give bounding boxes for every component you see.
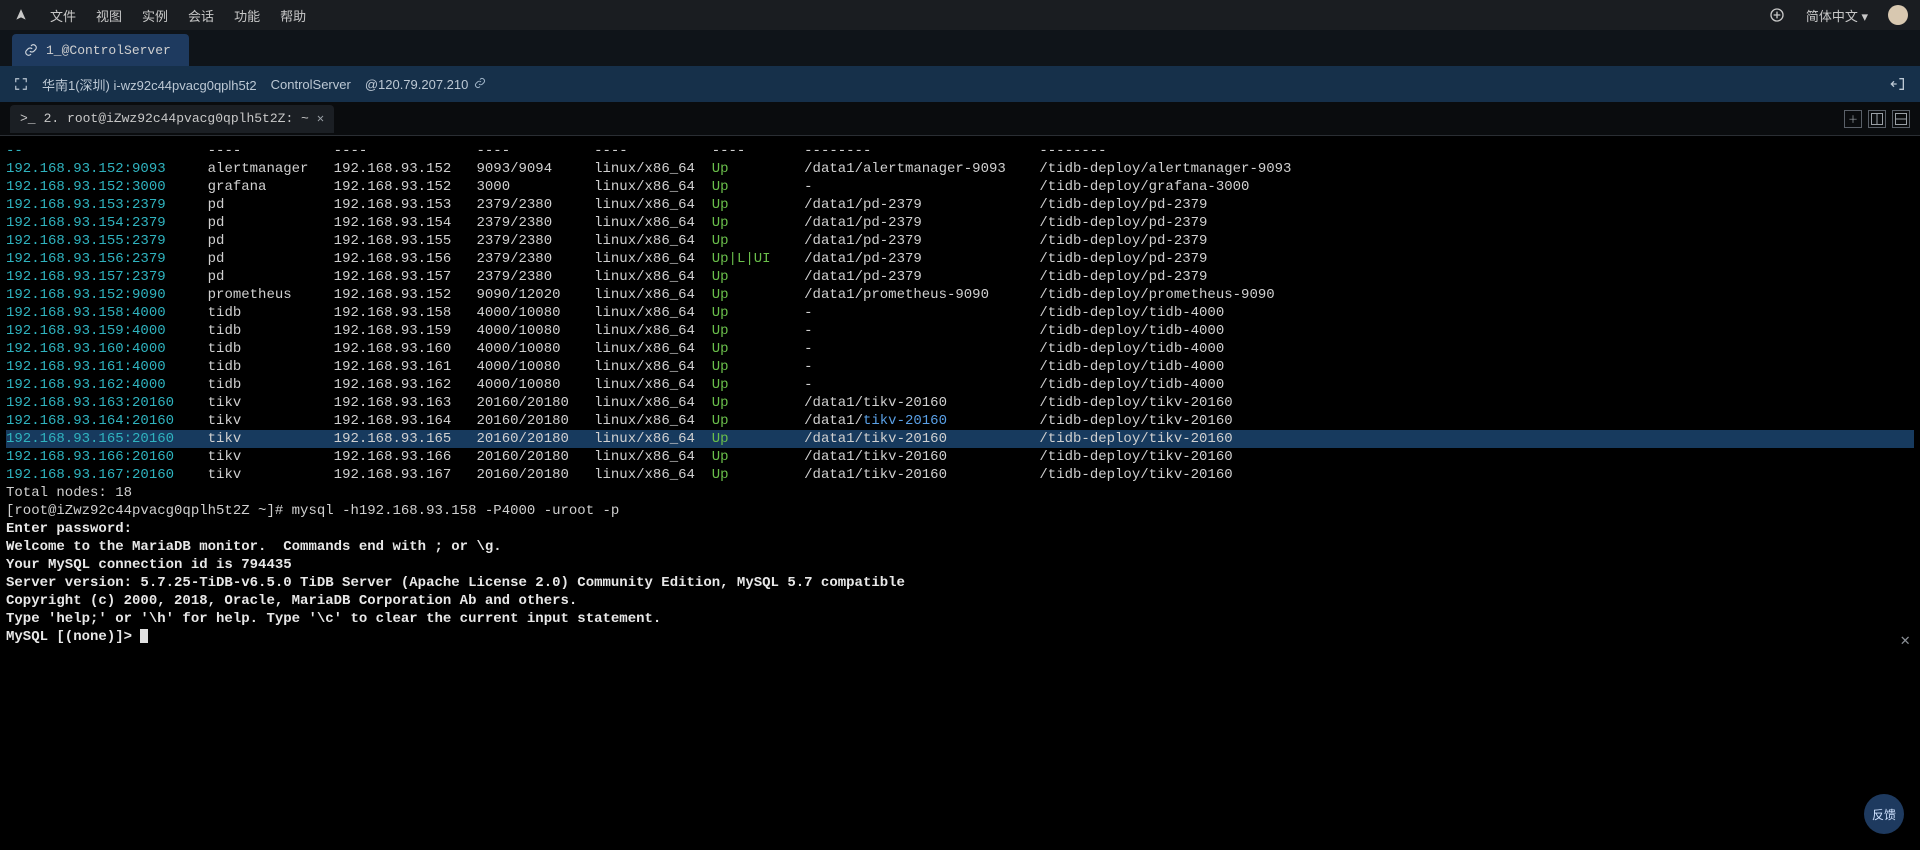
table-header-row: -- ---- ---- ---- ---- ---- -------- ---… [6,142,1914,160]
node-row: 192.168.93.155:2379 pd 192.168.93.155 23… [6,232,1914,250]
terminal-icon: >_ [20,111,36,126]
split-horizontal-icon[interactable] [1892,110,1910,128]
add-pane-icon[interactable]: ＋ [1844,110,1862,128]
link-icon [470,77,486,92]
menu-item[interactable]: 实例 [142,6,168,25]
menu-item[interactable]: 帮助 [280,6,306,25]
close-icon[interactable]: ✕ [317,111,324,126]
session-line: Your MySQL connection id is 794435 [6,556,1914,574]
totals-line: Total nodes: 18 [6,484,1914,502]
node-row: 192.168.93.164:20160 tikv 192.168.93.164… [6,412,1914,430]
menu-item[interactable]: 文件 [50,6,76,25]
node-row: 192.168.93.160:4000 tidb 192.168.93.160 … [6,340,1914,358]
menu-item[interactable]: 功能 [234,6,260,25]
sql-prompt-line[interactable]: MySQL [(none)]> [6,628,1914,646]
fullscreen-icon[interactable] [14,77,28,91]
terminal-tab-strip: >_ 2. root@iZwz92c44pvacg0qplh5t2Z: ~ ✕ … [0,102,1920,136]
menu-item[interactable]: 会话 [188,6,214,25]
node-row: 192.168.93.165:20160 tikv 192.168.93.165… [6,430,1914,448]
node-row: 192.168.93.152:3000 grafana 192.168.93.1… [6,178,1914,196]
node-row: 192.168.93.167:20160 tikv 192.168.93.167… [6,466,1914,484]
terminal-output[interactable]: -- ---- ---- ---- ---- ---- -------- ---… [0,136,1920,850]
add-icon[interactable] [1768,6,1786,24]
app-logo-icon [12,6,30,24]
connection-bar: 华南1(深圳) i-wz92c44pvacg0qplh5t2 ControlSe… [0,66,1920,102]
exit-icon[interactable] [1890,76,1906,92]
node-row: 192.168.93.154:2379 pd 192.168.93.154 23… [6,214,1914,232]
close-panel-icon[interactable]: ✕ [1900,630,1910,650]
link-icon [24,43,38,57]
node-row: 192.168.93.152:9093 alertmanager 192.168… [6,160,1914,178]
node-row: 192.168.93.163:20160 tikv 192.168.93.163… [6,394,1914,412]
app-top-menu: 文件 视图 实例 会话 功能 帮助 简体中文 ▾ [0,0,1920,30]
session-line: Welcome to the MariaDB monitor. Commands… [6,538,1914,556]
terminal-tab-label: 2. root@iZwz92c44pvacg0qplh5t2Z: ~ [44,111,309,126]
connection-ip: @120.79.207.210 [365,77,486,92]
main-tab-strip: 1_@ControlServer [0,30,1920,66]
session-line: Copyright (c) 2000, 2018, Oracle, MariaD… [6,592,1914,610]
connection-region-host: 华南1(深圳) i-wz92c44pvacg0qplh5t2 [42,75,257,94]
node-row: 192.168.93.159:4000 tidb 192.168.93.159 … [6,322,1914,340]
chevron-down-icon: ▾ [1861,9,1868,24]
terminal-tab-root[interactable]: >_ 2. root@iZwz92c44pvacg0qplh5t2Z: ~ ✕ [10,105,334,133]
node-row: 192.168.93.152:9090 prometheus 192.168.9… [6,286,1914,304]
language-selector[interactable]: 简体中文 ▾ [1806,6,1868,25]
node-row: 192.168.93.161:4000 tidb 192.168.93.161 … [6,358,1914,376]
avatar[interactable] [1888,5,1908,25]
node-row: 192.168.93.157:2379 pd 192.168.93.157 23… [6,268,1914,286]
shell-prompt-line: [root@iZwz92c44pvacg0qplh5t2Z ~]# mysql … [6,502,1914,520]
node-row: 192.168.93.162:4000 tidb 192.168.93.162 … [6,376,1914,394]
connection-server: ControlServer [271,77,351,92]
terminal-layout-icons: ＋ [1844,110,1920,128]
cursor [140,629,148,643]
node-row: 192.168.93.158:4000 tidb 192.168.93.158 … [6,304,1914,322]
split-vertical-icon[interactable] [1868,110,1886,128]
node-row: 192.168.93.156:2379 pd 192.168.93.156 23… [6,250,1914,268]
session-line: Enter password: [6,520,1914,538]
session-line: Type 'help;' or '\h' for help. Type '\c'… [6,610,1914,628]
session-line: Server version: 5.7.25-TiDB-v6.5.0 TiDB … [6,574,1914,592]
node-row: 192.168.93.153:2379 pd 192.168.93.153 23… [6,196,1914,214]
main-tab-controlserver[interactable]: 1_@ControlServer [12,34,189,66]
menu-item[interactable]: 视图 [96,6,122,25]
main-tab-label: 1_@ControlServer [46,43,171,58]
feedback-button[interactable]: 反馈 [1864,794,1904,834]
node-row: 192.168.93.166:20160 tikv 192.168.93.166… [6,448,1914,466]
